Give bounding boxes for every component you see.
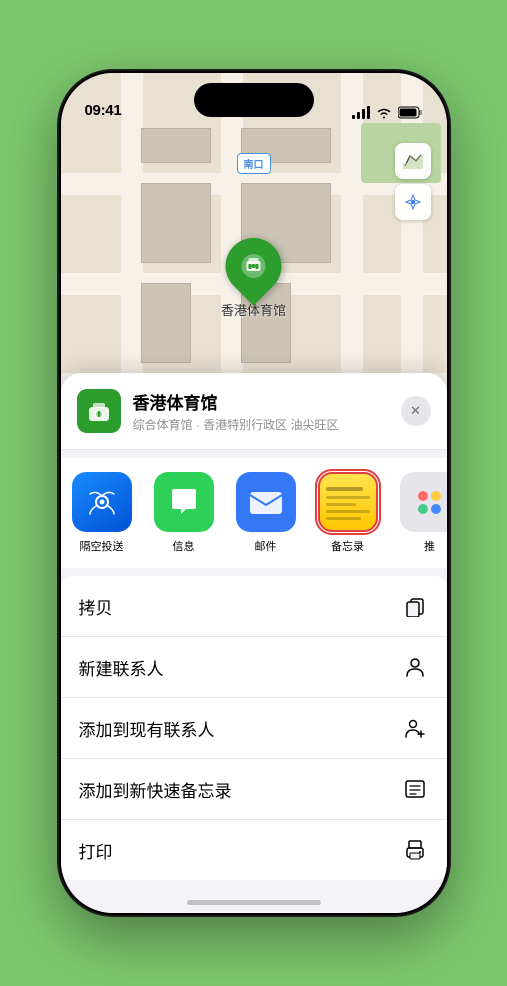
home-indicator xyxy=(187,900,321,905)
map-controls[interactable] xyxy=(395,143,431,224)
more-icon xyxy=(400,472,447,532)
location-button[interactable] xyxy=(395,184,431,220)
action-add-existing-label: 添加到现有联系人 xyxy=(79,716,215,741)
action-print-label: 打印 xyxy=(79,838,113,863)
share-item-mail[interactable]: 邮件 xyxy=(225,472,307,554)
share-item-notes[interactable]: 备忘录 xyxy=(307,472,389,554)
map-label: 南口 xyxy=(237,153,271,174)
copy-icon xyxy=(401,592,429,620)
map-type-button[interactable] xyxy=(395,143,431,179)
messages-label: 信息 xyxy=(173,538,195,554)
pin-icon xyxy=(214,226,293,305)
wifi-icon xyxy=(376,107,392,119)
place-name: 香港体育馆 xyxy=(133,389,389,414)
quick-notes-icon xyxy=(401,775,429,803)
action-new-contact-label: 新建联系人 xyxy=(79,655,164,680)
place-subtitle: 综合体育馆 · 香港特别行政区 油尖旺区 xyxy=(133,416,389,433)
messages-icon xyxy=(154,472,214,532)
notes-icon xyxy=(318,472,378,532)
place-icon xyxy=(77,389,121,433)
close-button[interactable]: ✕ xyxy=(401,396,431,426)
bottom-sheet: 香港体育馆 综合体育馆 · 香港特别行政区 油尖旺区 ✕ xyxy=(61,373,447,913)
dynamic-island xyxy=(194,83,314,117)
mail-icon xyxy=(236,472,296,532)
phone-screen: 09:41 xyxy=(61,73,447,913)
notes-label: 备忘录 xyxy=(331,538,364,554)
share-item-more[interactable]: 推 xyxy=(389,472,447,554)
share-row: 隔空投送 信息 xyxy=(61,458,447,568)
place-info: 香港体育馆 综合体育馆 · 香港特别行政区 油尖旺区 xyxy=(133,389,389,433)
action-copy-label: 拷贝 xyxy=(79,594,113,619)
status-time: 09:41 xyxy=(85,102,122,119)
airdrop-icon xyxy=(72,472,132,532)
action-print[interactable]: 打印 xyxy=(61,820,447,880)
action-add-notes-label: 添加到新快速备忘录 xyxy=(79,777,232,802)
place-header: 香港体育馆 综合体育馆 · 香港特别行政区 油尖旺区 ✕ xyxy=(61,373,447,450)
share-item-messages[interactable]: 信息 xyxy=(143,472,225,554)
airdrop-label: 隔空投送 xyxy=(80,538,124,554)
action-list: 拷贝 新建联系人 xyxy=(61,576,447,880)
more-label: 推 xyxy=(424,538,435,554)
mail-label: 邮件 xyxy=(255,538,277,554)
battery-icon xyxy=(398,106,423,119)
action-new-contact[interactable]: 新建联系人 xyxy=(61,637,447,698)
phone-frame: 09:41 xyxy=(59,71,449,915)
signal-icon xyxy=(352,106,370,119)
location-pin: 香港体育馆 xyxy=(221,238,286,319)
person-icon xyxy=(401,653,429,681)
share-item-airdrop[interactable]: 隔空投送 xyxy=(61,472,143,554)
action-add-notes[interactable]: 添加到新快速备忘录 xyxy=(61,759,447,820)
status-icons xyxy=(352,106,423,119)
printer-icon xyxy=(401,836,429,864)
action-add-existing[interactable]: 添加到现有联系人 xyxy=(61,698,447,759)
action-copy[interactable]: 拷贝 xyxy=(61,576,447,637)
person-add-icon xyxy=(401,714,429,742)
